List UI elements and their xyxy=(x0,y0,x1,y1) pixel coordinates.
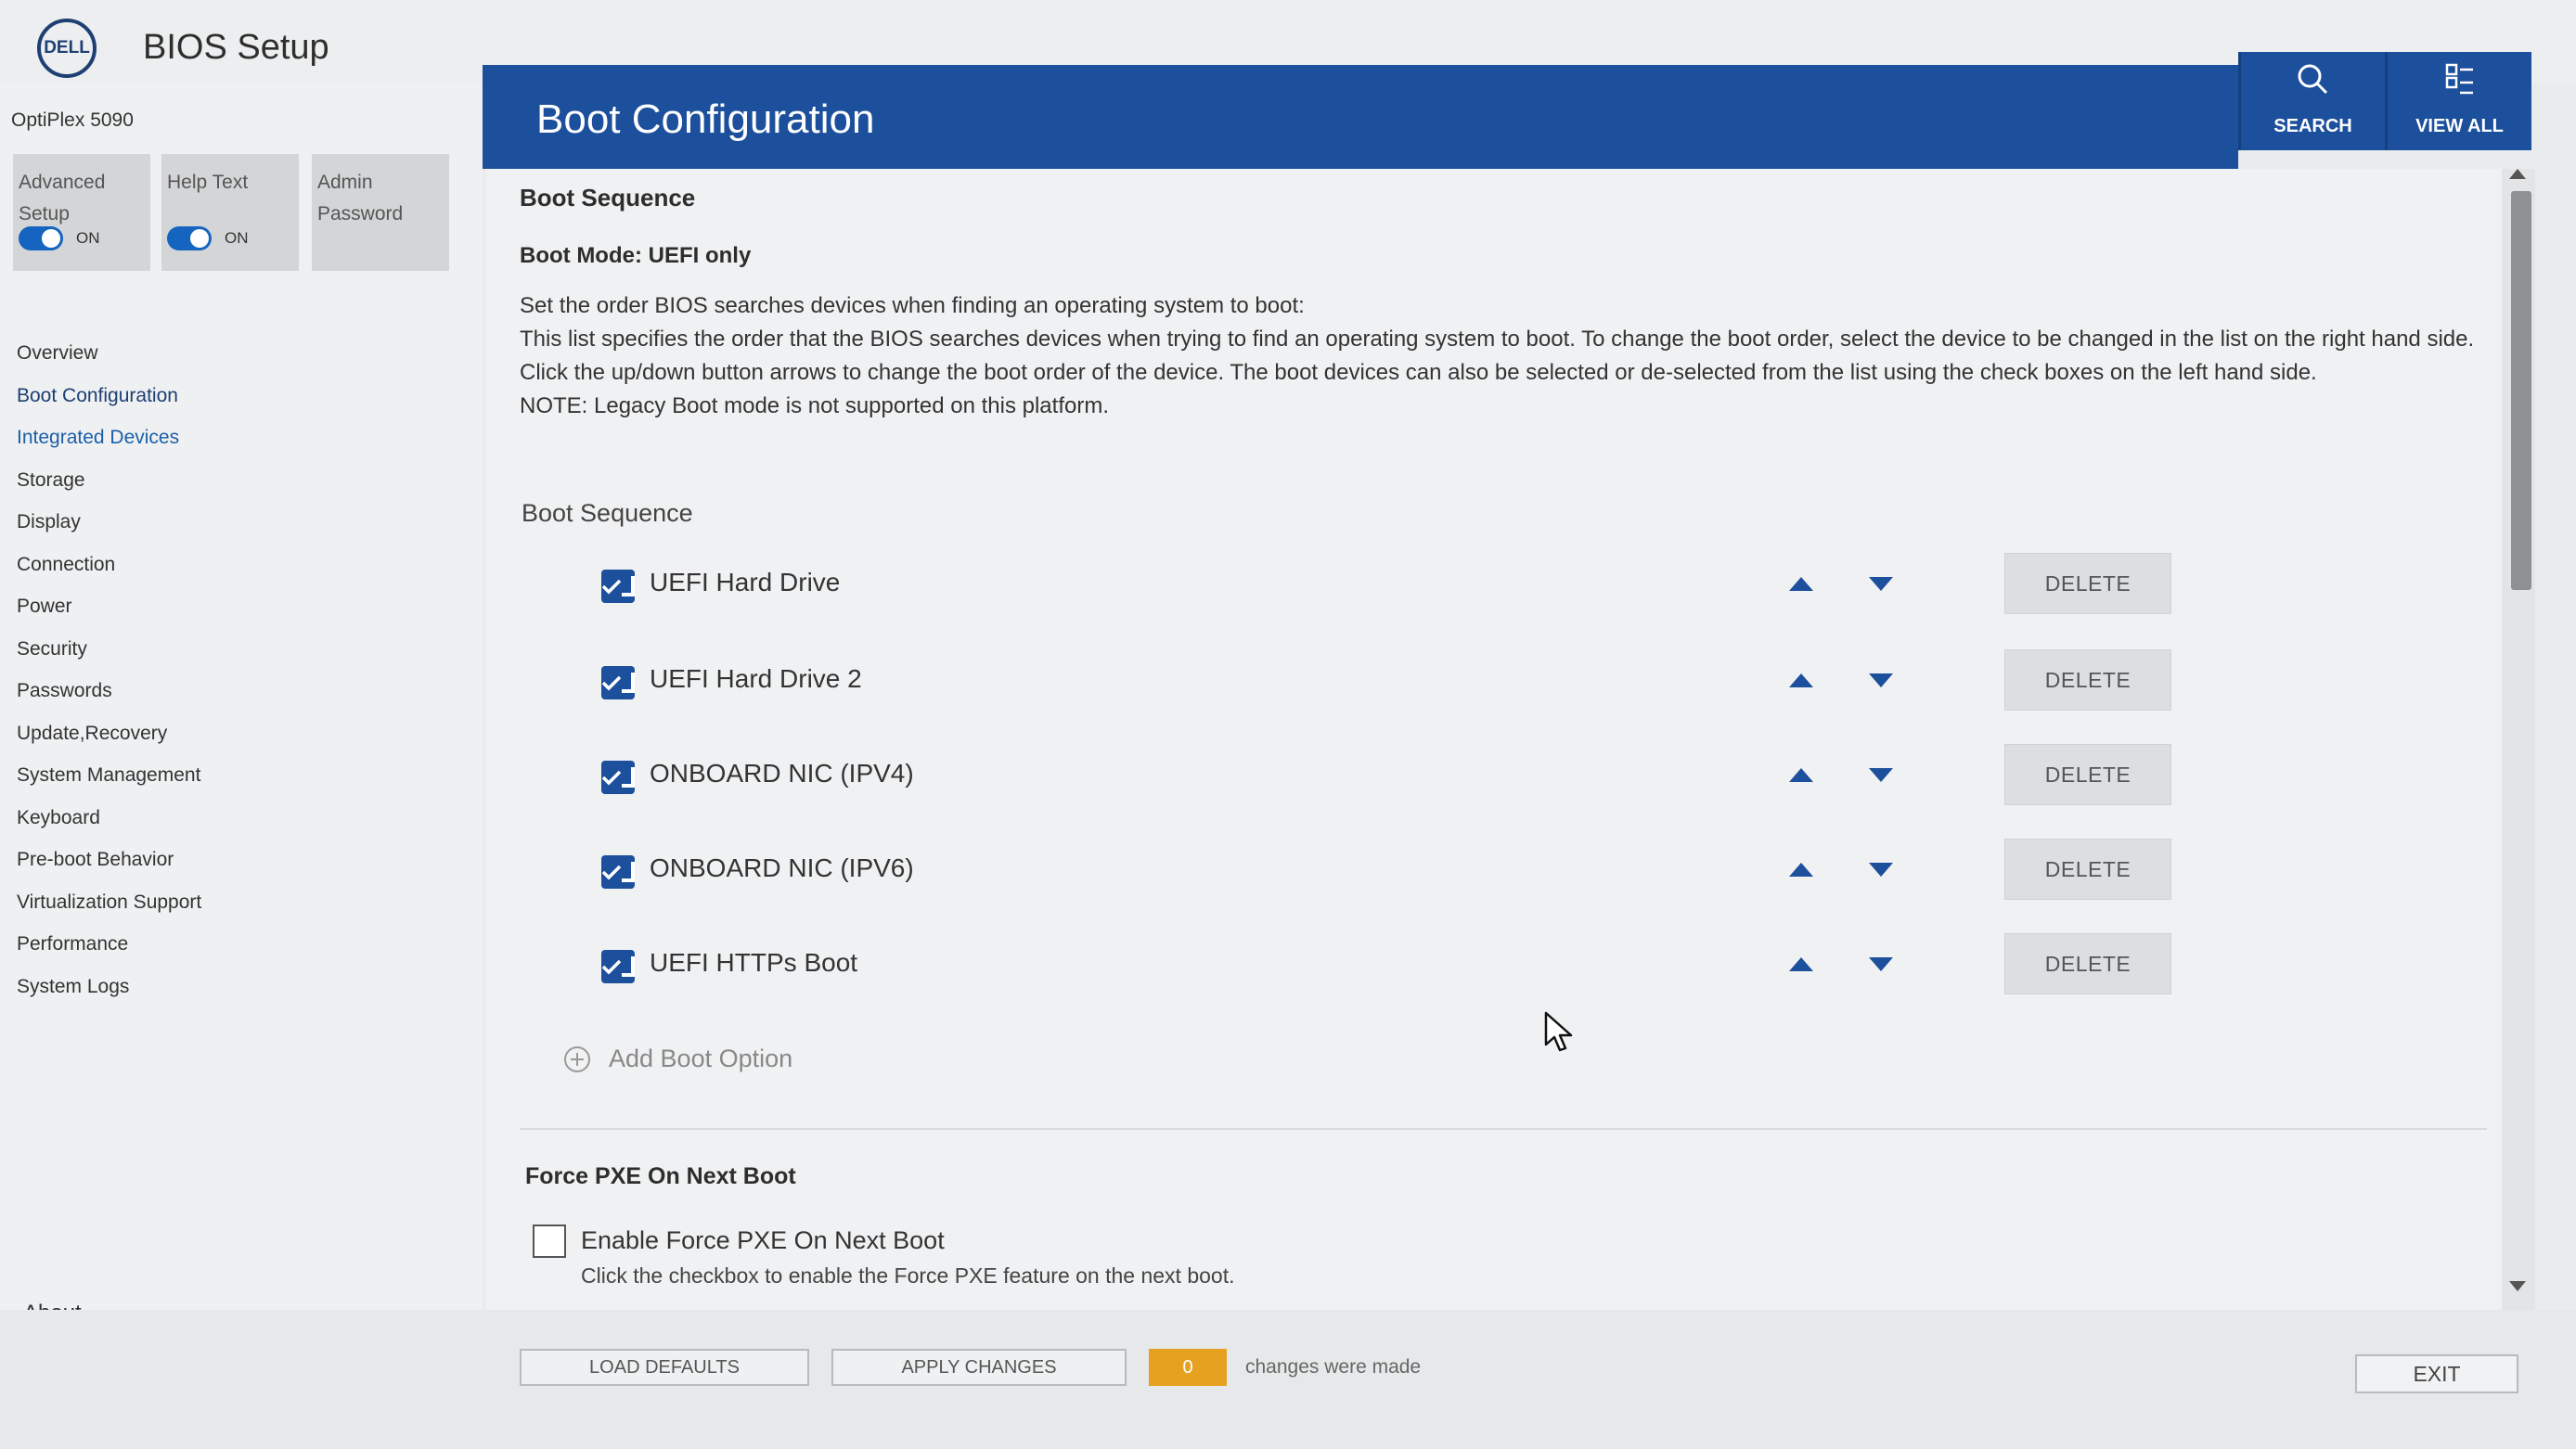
delete-button[interactable]: DELETE xyxy=(2004,744,2171,805)
boot-option-name: UEFI Hard Drive 2 xyxy=(650,664,862,693)
help-text-label: Help Text xyxy=(167,172,249,193)
description-line: Set the order BIOS searches devices when… xyxy=(520,293,1305,318)
toggle-state: ON xyxy=(225,229,249,247)
delete-button[interactable]: DELETE xyxy=(2004,839,2171,900)
sidebar-nav: Overview Boot Configuration Integrated D… xyxy=(17,332,201,1007)
sidebar-item-integrated-devices[interactable]: Integrated Devices xyxy=(17,417,201,459)
delete-button[interactable]: DELETE xyxy=(2004,649,2171,711)
advanced-setup-label: Advanced Setup xyxy=(19,172,106,224)
sidebar-item-virtualization-support[interactable]: Virtualization Support xyxy=(17,881,201,924)
force-pxe-checkbox[interactable] xyxy=(533,1225,566,1258)
boot-option-row: UEFI Hard Drive 2 DELETE xyxy=(486,649,2505,714)
description-body: This list specifies the order that the B… xyxy=(520,327,2475,385)
boot-option-row: ONBOARD NIC (IPV4) DELETE xyxy=(486,744,2505,809)
sidebar-item-security[interactable]: Security xyxy=(17,628,201,671)
delete-button[interactable]: DELETE xyxy=(2004,933,2171,994)
view-all-label: VIEW ALL xyxy=(2415,116,2504,136)
move-down-icon[interactable] xyxy=(1869,957,1893,971)
sidebar-item-system-management[interactable]: System Management xyxy=(17,754,201,797)
dell-logo: DELL xyxy=(37,19,97,78)
sidebar-item-storage[interactable]: Storage xyxy=(17,459,201,502)
boot-option-row: UEFI Hard Drive DELETE xyxy=(486,553,2505,618)
toggle-state: ON xyxy=(76,229,100,247)
boot-mode: Boot Mode: UEFI only xyxy=(520,243,752,268)
move-up-icon[interactable] xyxy=(1789,768,1813,782)
boot-option-row: UEFI HTTPs Boot DELETE xyxy=(486,933,2505,998)
advanced-setup-toggle[interactable]: ON xyxy=(19,223,100,254)
mouse-cursor-icon xyxy=(1544,1011,1573,1052)
search-icon xyxy=(2295,61,2332,103)
apply-changes-button[interactable]: APPLY CHANGES xyxy=(831,1349,1127,1386)
help-text-toggle[interactable]: ON xyxy=(167,223,249,254)
description: Set the order BIOS searches devices when… xyxy=(520,289,2487,423)
sidebar-item-display[interactable]: Display xyxy=(17,501,201,544)
move-down-icon[interactable] xyxy=(1869,768,1893,782)
move-up-icon[interactable] xyxy=(1789,863,1813,877)
move-up-icon[interactable] xyxy=(1789,577,1813,591)
move-down-icon[interactable] xyxy=(1869,577,1893,591)
scroll-thumb[interactable] xyxy=(2511,191,2531,590)
sidebar-item-connection[interactable]: Connection xyxy=(17,544,201,586)
boot-option-name: ONBOARD NIC (IPV4) xyxy=(650,759,914,788)
scrollbar[interactable] xyxy=(2502,169,2535,1310)
main-panel: Boot Sequence Boot Mode: UEFI only Set t… xyxy=(486,169,2505,1317)
sidebar-item-passwords[interactable]: Passwords xyxy=(17,670,201,712)
add-boot-option-button[interactable]: Add Boot Option xyxy=(564,1045,792,1073)
toggle-track xyxy=(19,226,63,250)
boot-option-checkbox[interactable] xyxy=(601,666,635,699)
scroll-up-icon[interactable] xyxy=(2509,169,2526,179)
force-pxe-label: Enable Force PXE On Next Boot xyxy=(581,1226,945,1254)
page-title: Boot Configuration xyxy=(536,96,875,142)
boot-option-checkbox[interactable] xyxy=(601,570,635,603)
sidebar-item-update-recovery[interactable]: Update,Recovery xyxy=(17,712,201,755)
sidebar-item-overview[interactable]: Overview xyxy=(17,332,201,375)
move-down-icon[interactable] xyxy=(1869,673,1893,687)
load-defaults-button[interactable]: LOAD DEFAULTS xyxy=(520,1349,809,1386)
section-title: Boot Sequence xyxy=(520,184,696,212)
add-boot-option-label: Add Boot Option xyxy=(609,1045,793,1072)
exit-button[interactable]: EXIT xyxy=(2355,1354,2518,1393)
app-title: BIOS Setup xyxy=(143,28,329,67)
search-button[interactable]: SEARCH xyxy=(2238,52,2385,150)
move-up-icon[interactable] xyxy=(1789,957,1813,971)
boot-option-checkbox[interactable] xyxy=(601,855,635,889)
change-count-badge: 0 xyxy=(1149,1349,1227,1386)
sidebar: OptiPlex 5090 Advanced Setup ON Help Tex… xyxy=(0,83,483,1382)
move-down-icon[interactable] xyxy=(1869,863,1893,877)
advanced-setup-tile[interactable]: Advanced Setup ON xyxy=(13,154,150,271)
sidebar-item-pre-boot-behavior[interactable]: Pre-boot Behavior xyxy=(17,839,201,881)
delete-button[interactable]: DELETE xyxy=(2004,553,2171,614)
changes-status: changes were made xyxy=(1245,1356,1422,1378)
sidebar-item-power[interactable]: Power xyxy=(17,585,201,628)
page-header: Boot Configuration xyxy=(483,65,2238,169)
toggle-track xyxy=(167,226,212,250)
model-name: OptiPlex 5090 xyxy=(11,109,134,131)
pxe-section-title: Force PXE On Next Boot xyxy=(525,1163,796,1189)
divider xyxy=(520,1128,2487,1130)
boot-option-name: UEFI Hard Drive xyxy=(650,568,841,596)
description-note: NOTE: Legacy Boot mode is not supported … xyxy=(520,393,1109,418)
boot-option-name: UEFI HTTPs Boot xyxy=(650,948,858,977)
boot-option-row: ONBOARD NIC (IPV6) DELETE xyxy=(486,839,2505,904)
sidebar-item-keyboard[interactable]: Keyboard xyxy=(17,797,201,840)
boot-sequence-label: Boot Sequence xyxy=(522,499,693,527)
scroll-down-icon[interactable] xyxy=(2509,1281,2526,1291)
search-label: SEARCH xyxy=(2273,116,2352,136)
sidebar-item-performance[interactable]: Performance xyxy=(17,923,201,966)
view-all-icon xyxy=(2441,61,2479,103)
footer-bar: LOAD DEFAULTS APPLY CHANGES 0 changes we… xyxy=(0,1310,2576,1449)
boot-option-checkbox[interactable] xyxy=(601,761,635,794)
plus-circle-icon xyxy=(564,1045,590,1072)
boot-option-checkbox[interactable] xyxy=(601,950,635,983)
move-up-icon[interactable] xyxy=(1789,673,1813,687)
sidebar-item-system-logs[interactable]: System Logs xyxy=(17,966,201,1008)
force-pxe-help: Click the checkbox to enable the Force P… xyxy=(581,1263,1235,1288)
sidebar-item-boot-configuration[interactable]: Boot Configuration xyxy=(17,375,201,417)
help-text-tile[interactable]: Help Text ON xyxy=(161,154,299,271)
view-all-button[interactable]: VIEW ALL xyxy=(2385,52,2531,150)
admin-password-label: Admin Password xyxy=(317,172,404,224)
admin-password-tile[interactable]: Admin Password xyxy=(312,154,449,271)
boot-option-name: ONBOARD NIC (IPV6) xyxy=(650,853,914,882)
